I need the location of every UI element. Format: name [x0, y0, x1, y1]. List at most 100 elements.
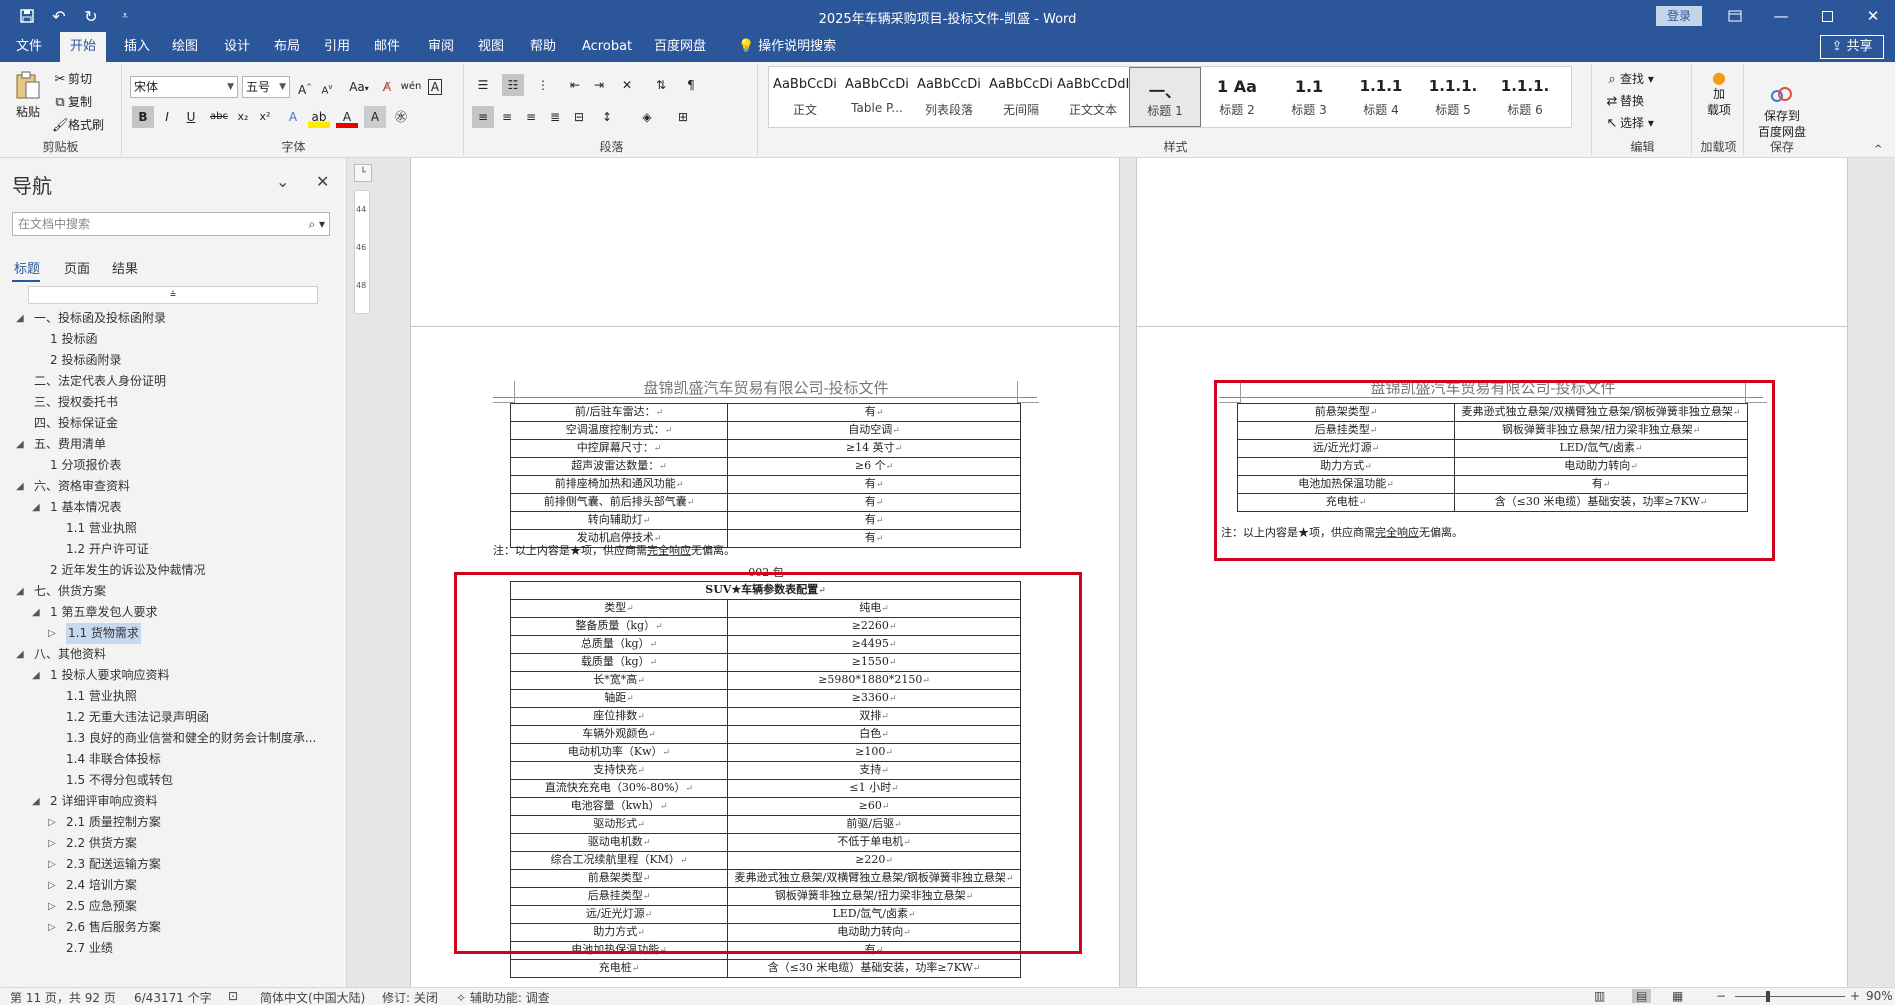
param-value-cell[interactable]: 有↵: [727, 529, 1021, 548]
zoom-level[interactable]: 90%: [1866, 989, 1893, 1003]
style-list-paragraph[interactable]: AaBbCcDi 列表段落: [913, 67, 985, 127]
nav-heading-item[interactable]: ▷ 2.4 培训方案: [0, 875, 346, 896]
expanded-caret-icon[interactable]: ◢: [32, 602, 40, 623]
nav-heading-item[interactable]: 1.1 营业执照: [0, 686, 346, 707]
nav-heading-item[interactable]: 四、投标保证金: [0, 413, 346, 434]
nav-heading-item[interactable]: 2 投标函附录: [0, 350, 346, 371]
minimize-icon[interactable]: —: [1758, 0, 1804, 32]
page-indicator[interactable]: 第 11 页，共 92 页: [10, 989, 116, 1005]
nav-heading-item[interactable]: ◢ 六、资格审查资料: [0, 476, 346, 497]
style-heading-5[interactable]: 1.1.1. 标题 5: [1417, 67, 1489, 127]
align-left-icon[interactable]: ≡: [472, 106, 494, 128]
tab-design[interactable]: 设计: [214, 32, 260, 62]
expanded-caret-icon[interactable]: ◢: [16, 644, 24, 665]
ribbon-display-icon[interactable]: [1712, 0, 1758, 32]
param-name-cell[interactable]: 充电桩↵: [510, 959, 728, 978]
change-case-button[interactable]: Aa▾: [344, 76, 374, 98]
nav-heading-item[interactable]: ◢ 五、费用清单: [0, 434, 346, 455]
nav-heading-item[interactable]: 1.2 开户许可证: [0, 539, 346, 560]
subscript-icon[interactable]: x₂: [232, 106, 254, 128]
nav-heading-item[interactable]: 1.5 不得分包或转包: [0, 770, 346, 791]
nav-heading-item[interactable]: ▷ 2.1 质量控制方案: [0, 812, 346, 833]
read-mode-icon[interactable]: ▥: [1594, 989, 1605, 1003]
bullets-icon[interactable]: ☰: [472, 74, 494, 96]
font-family-select[interactable]: 宋体 ▼: [130, 76, 238, 98]
expanded-caret-icon[interactable]: ◢: [16, 476, 24, 497]
paste-button[interactable]: 粘贴: [10, 70, 46, 120]
justify-icon[interactable]: ≣: [544, 106, 566, 128]
style-table-p[interactable]: AaBbCcDi Table P...: [841, 67, 913, 127]
param-value-cell[interactable]: ≥14 英寸↵: [727, 439, 1021, 458]
sort-icon[interactable]: ⇅: [650, 74, 672, 96]
close-icon[interactable]: ✕: [1850, 0, 1895, 32]
collapsed-caret-icon[interactable]: ▷: [48, 833, 56, 854]
nav-tab-pages[interactable]: 页面: [64, 258, 90, 277]
chinese-layout-icon[interactable]: ✕: [616, 74, 638, 96]
decrease-indent-icon[interactable]: ⇤: [564, 74, 586, 96]
tab-selector[interactable]: └: [354, 164, 372, 182]
style-heading-6[interactable]: 1.1.1. 标题 6: [1489, 67, 1561, 127]
underline-icon[interactable]: U: [180, 106, 202, 128]
shrink-font-icon[interactable]: Av: [316, 76, 338, 98]
collapsed-caret-icon[interactable]: ▷: [48, 623, 56, 644]
highlight-icon[interactable]: ab: [308, 106, 330, 128]
collapse-ribbon-icon[interactable]: ^: [1874, 144, 1882, 155]
increase-indent-icon[interactable]: ⇥: [588, 74, 610, 96]
expanded-caret-icon[interactable]: ◢: [16, 581, 24, 602]
bold-icon[interactable]: B: [132, 106, 154, 128]
nav-search-input[interactable]: 在文档中搜索 ⌕ ▾: [12, 212, 330, 236]
collapsed-caret-icon[interactable]: ▷: [48, 875, 56, 896]
chevron-down-icon[interactable]: ⌄: [276, 172, 289, 191]
nav-heading-item[interactable]: 1 分项报价表: [0, 455, 346, 476]
word-count[interactable]: 6/43171 个字: [134, 989, 212, 1005]
param-value-cell[interactable]: 含（≤30 米电缆）基础安装，功率≥7KW↵: [727, 959, 1021, 978]
line-spacing-icon[interactable]: ↕: [596, 106, 618, 128]
tab-view[interactable]: 视图: [468, 32, 514, 62]
expanded-caret-icon[interactable]: ◢: [16, 434, 24, 455]
nav-heading-item[interactable]: 2 近年发生的诉讼及仲裁情况: [0, 560, 346, 581]
numbering-icon[interactable]: ☷: [502, 74, 524, 96]
print-layout-icon[interactable]: ▤: [1632, 989, 1652, 1003]
param-name-cell[interactable]: 空调温度控制方式：↵: [510, 421, 728, 440]
tab-layout[interactable]: 布局: [264, 32, 310, 62]
superscript-icon[interactable]: x²: [254, 106, 276, 128]
phonetic-guide-icon[interactable]: wén: [400, 76, 422, 98]
nav-heading-item[interactable]: 1 投标函: [0, 329, 346, 350]
nav-heading-item[interactable]: 2.7 业绩: [0, 938, 346, 959]
replace-button[interactable]: ⇄ 替换: [1604, 92, 1644, 110]
collapsed-caret-icon[interactable]: ▷: [48, 812, 56, 833]
show-marks-icon[interactable]: ¶: [680, 74, 702, 96]
param-name-cell[interactable]: 前/后驻车雷达：↵: [510, 403, 728, 422]
vertical-ruler[interactable]: 44 46 48: [354, 190, 370, 314]
enclose-characters-icon[interactable]: ㊌: [390, 106, 412, 128]
nav-heading-item[interactable]: 1.3 良好的商业信誉和健全的财务会计制度承...: [0, 728, 346, 749]
nav-heading-item[interactable]: 三、授权委托书: [0, 392, 346, 413]
expanded-caret-icon[interactable]: ◢: [32, 665, 40, 686]
accessibility-indicator[interactable]: ✧ 辅助功能: 调查: [456, 989, 550, 1005]
style-normal[interactable]: AaBbCcDi 正文: [769, 67, 841, 127]
nav-heading-item[interactable]: ◢ 七、供货方案: [0, 581, 346, 602]
style-heading-3[interactable]: 1.1 标题 3: [1273, 67, 1345, 127]
collapse-all-icon[interactable]: ⩮: [28, 286, 318, 304]
expanded-caret-icon[interactable]: ◢: [32, 791, 40, 812]
tab-help[interactable]: 帮助: [520, 32, 566, 62]
param-name-cell[interactable]: 前排侧气囊、前后排头部气囊↵: [510, 493, 728, 512]
style-body-text[interactable]: AaBbCcDdI 正文文本: [1057, 67, 1129, 127]
param-name-cell[interactable]: 前排座椅加热和通风功能↵: [510, 475, 728, 494]
collapsed-caret-icon[interactable]: ▷: [48, 896, 56, 917]
font-size-select[interactable]: 五号 ▼: [242, 76, 290, 98]
shading-icon[interactable]: ◈: [636, 106, 658, 128]
tab-acrobat[interactable]: Acrobat: [572, 32, 642, 62]
param-value-cell[interactable]: 自动空调↵: [727, 421, 1021, 440]
zoom-thumb[interactable]: [1766, 991, 1770, 1002]
expanded-caret-icon[interactable]: ◢: [16, 308, 24, 329]
clear-format-icon[interactable]: A̸: [376, 76, 398, 98]
nav-heading-item[interactable]: ◢ 一、投标函及投标函附录: [0, 308, 346, 329]
text-effects-icon[interactable]: A: [282, 106, 304, 128]
collapsed-caret-icon[interactable]: ▷: [48, 854, 56, 875]
param-name-cell[interactable]: 转向辅助灯↵: [510, 511, 728, 530]
character-border-icon[interactable]: A: [424, 76, 446, 98]
param-value-cell[interactable]: 有↵: [727, 403, 1021, 422]
track-changes-indicator[interactable]: 修订: 关闭: [382, 989, 438, 1005]
param-name-cell[interactable]: 超声波雷达数量：↵: [510, 457, 728, 476]
